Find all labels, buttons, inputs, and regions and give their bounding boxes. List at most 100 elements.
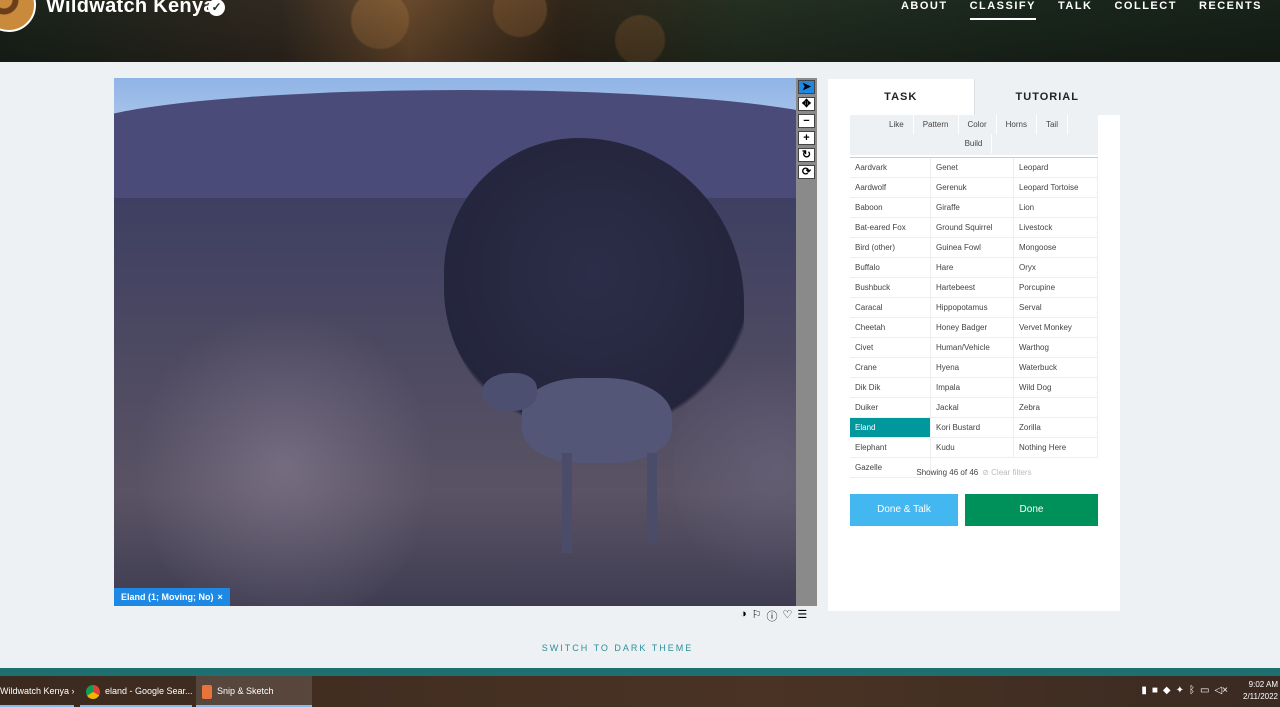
switch-theme-link[interactable]: SWITCH TO DARK THEME: [0, 643, 1235, 653]
eland-animal: [482, 363, 682, 553]
species-option-ground-squirrel[interactable]: Ground Squirrel: [931, 218, 1014, 238]
species-option-honey-badger[interactable]: Honey Badger: [931, 318, 1014, 338]
species-option-genet[interactable]: Genet: [931, 158, 1014, 178]
subject-meta-icons: ◑ ⚐ ⓘ ♡ ☰: [740, 608, 807, 624]
species-option-vervet-monkey[interactable]: Vervet Monkey: [1014, 318, 1098, 338]
species-option-wild-dog[interactable]: Wild Dog: [1014, 378, 1098, 398]
species-option-zorilla[interactable]: Zorilla: [1014, 418, 1098, 438]
taskbar-item-chrome[interactable]: eland - Google Sear...: [80, 676, 192, 707]
heart-icon[interactable]: ♡: [783, 608, 793, 624]
snip-sketch-icon: [202, 684, 212, 699]
done-and-talk-button[interactable]: Done & Talk: [850, 494, 958, 526]
nav-classify[interactable]: CLASSIFY: [969, 0, 1036, 20]
chrome-icon: [86, 684, 100, 699]
species-option-leopard[interactable]: Leopard: [1014, 158, 1098, 178]
species-option-cheetah[interactable]: Cheetah: [850, 318, 931, 338]
info-icon[interactable]: ⓘ: [767, 608, 778, 624]
reset-icon[interactable]: ⟳: [798, 165, 815, 179]
species-option-eland[interactable]: Eland: [850, 418, 931, 438]
task-panel: TASK TUTORIAL Like Pattern Color Horns Tail …: [828, 79, 1120, 611]
annotation-remove-icon[interactable]: ×: [218, 592, 223, 602]
species-option-bat-eared-fox[interactable]: Bat-eared Fox: [850, 218, 931, 238]
species-option-buffalo[interactable]: Buffalo: [850, 258, 931, 278]
species-option-oryx[interactable]: Oryx: [1014, 258, 1098, 278]
nav-talk[interactable]: TALK: [1058, 0, 1093, 18]
zoom-in-icon[interactable]: +: [798, 131, 815, 145]
species-option-hartebeest[interactable]: Hartebeest: [931, 278, 1014, 298]
subject-image[interactable]: Eland (1; Moving; No) ×: [114, 78, 796, 606]
species-option-zebra[interactable]: Zebra: [1014, 398, 1098, 418]
species-option-crane[interactable]: Crane: [850, 358, 931, 378]
filter-like[interactable]: Like: [880, 115, 914, 134]
system-clock[interactable]: 9:02 AM 2/11/2022: [1228, 679, 1278, 703]
species-option-guinea-fowl[interactable]: Guinea Fowl: [931, 238, 1014, 258]
species-option-hippopotamus[interactable]: Hippopotamus: [931, 298, 1014, 318]
species-option-aardvark[interactable]: Aardvark: [850, 158, 931, 178]
nav-about[interactable]: ABOUT: [901, 0, 948, 18]
task-tabs: TASK TUTORIAL: [828, 79, 1120, 115]
move-icon[interactable]: ✥: [798, 97, 815, 111]
species-option-dik-dik[interactable]: Dik Dik: [850, 378, 931, 398]
species-option-porcupine[interactable]: Porcupine: [1014, 278, 1098, 298]
species-option-serval[interactable]: Serval: [1014, 298, 1098, 318]
species-option-mongoose[interactable]: Mongoose: [1014, 238, 1098, 258]
taskbar-item-wildwatch[interactable]: Wildwatch Kenya » ...: [0, 676, 74, 707]
species-option-baboon[interactable]: Baboon: [850, 198, 931, 218]
species-option-warthog[interactable]: Warthog: [1014, 338, 1098, 358]
image-toolbar: ➤ ✥ − + ↻ ⟳: [796, 78, 817, 606]
species-option-leopard-tortoise[interactable]: Leopard Tortoise: [1014, 178, 1098, 198]
filter-tail[interactable]: Tail: [1037, 115, 1068, 134]
invert-icon[interactable]: ◑: [740, 608, 747, 624]
nav-recents[interactable]: RECENTS: [1199, 0, 1262, 18]
species-option-human-vehicle[interactable]: Human/Vehicle: [931, 338, 1014, 358]
collections-icon[interactable]: ☰: [797, 608, 807, 624]
species-option-gerenuk[interactable]: Gerenuk: [931, 178, 1014, 198]
species-option-bushbuck[interactable]: Bushbuck: [850, 278, 931, 298]
rotate-icon[interactable]: ↻: [798, 148, 815, 162]
species-option-hare[interactable]: Hare: [931, 258, 1014, 278]
taskbar-item-snip-sketch[interactable]: Snip & Sketch: [196, 676, 312, 707]
species-option-bird-other[interactable]: Bird (other): [850, 238, 931, 258]
species-option-lion[interactable]: Lion: [1014, 198, 1098, 218]
species-option-kudu[interactable]: Kudu: [931, 438, 1014, 458]
species-option-elephant[interactable]: Elephant: [850, 438, 931, 458]
filter-color[interactable]: Color: [959, 115, 997, 134]
species-option-duiker[interactable]: Duiker: [850, 398, 931, 418]
species-option-civet[interactable]: Civet: [850, 338, 931, 358]
pointer-icon[interactable]: ➤: [798, 80, 815, 94]
tray-color-icon[interactable]: ◆: [1163, 685, 1171, 696]
nav-collect[interactable]: COLLECT: [1114, 0, 1176, 18]
species-option-livestock[interactable]: Livestock: [1014, 218, 1098, 238]
annotation-label[interactable]: Eland (1; Moving; No) ×: [114, 588, 230, 606]
filter-build[interactable]: Build: [956, 134, 993, 153]
clear-filters-button[interactable]: ⊘ Clear filters: [982, 468, 1031, 477]
bluetooth-icon[interactable]: ᛒ: [1189, 685, 1195, 696]
species-option-giraffe[interactable]: Giraffe: [931, 198, 1014, 218]
species-grid: Aardvark Genet Leopard Aardwolf Gerenuk Leopa…: [850, 157, 1098, 478]
done-button[interactable]: Done: [965, 494, 1098, 526]
species-option-kori-bustard[interactable]: Kori Bustard: [931, 418, 1014, 438]
tray-app-icon[interactable]: ▮: [1141, 685, 1147, 696]
filter-horns[interactable]: Horns: [997, 115, 1037, 134]
project-title[interactable]: Wildwatch Kenya: [46, 0, 215, 18]
network-icon[interactable]: ▭: [1200, 685, 1209, 696]
species-option-caracal[interactable]: Caracal: [850, 298, 931, 318]
species-option-aardwolf[interactable]: Aardwolf: [850, 178, 931, 198]
flag-icon[interactable]: ⚐: [752, 608, 762, 624]
project-header: Wildwatch Kenya ✓ ABOUT CLASSIFY TALK CO…: [0, 0, 1280, 62]
tab-tutorial[interactable]: TUTORIAL: [973, 79, 1120, 115]
species-option-waterbuck[interactable]: Waterbuck: [1014, 358, 1098, 378]
species-option-hyena[interactable]: Hyena: [931, 358, 1014, 378]
windows-taskbar: Wildwatch Kenya » ... eland - Google Sea…: [0, 676, 1280, 707]
species-option-impala[interactable]: Impala: [931, 378, 1014, 398]
filter-pattern[interactable]: Pattern: [914, 115, 959, 134]
species-option-jackal[interactable]: Jackal: [931, 398, 1014, 418]
species-filters: Like Pattern Color Horns Tail Build: [850, 115, 1098, 155]
tray-shield-icon[interactable]: ■: [1152, 685, 1158, 696]
system-tray: ▮ ■ ◆ ✦ ᛒ ▭ ◁×: [1141, 685, 1228, 696]
tray-settings-icon[interactable]: ✦: [1176, 685, 1184, 696]
zoom-out-icon[interactable]: −: [798, 114, 815, 128]
species-option-nothing-here[interactable]: Nothing Here: [1014, 438, 1098, 458]
volume-icon[interactable]: ◁×: [1214, 685, 1228, 696]
tab-task[interactable]: TASK: [828, 79, 974, 115]
